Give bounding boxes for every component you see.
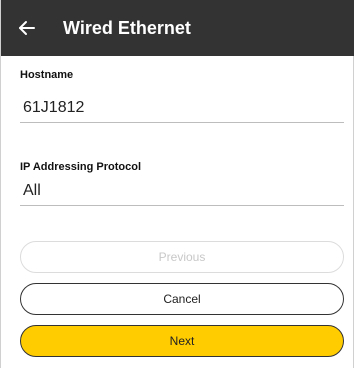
previous-button[interactable]: Previous (20, 241, 344, 273)
arrow-left-icon (19, 21, 35, 35)
back-button[interactable] (17, 18, 37, 38)
wired-ethernet-screen: Wired Ethernet Hostname IP Addressing Pr… (0, 0, 354, 368)
ip-protocol-label: IP Addressing Protocol (20, 161, 142, 173)
next-button[interactable]: Next (20, 325, 344, 357)
hostname-input[interactable] (20, 97, 344, 119)
hostname-label: Hostname (20, 69, 74, 81)
page-title: Wired Ethernet (63, 18, 191, 38)
app-bar: Wired Ethernet (1, 0, 354, 56)
ip-protocol-input[interactable] (20, 180, 344, 202)
cancel-button[interactable]: Cancel (20, 283, 344, 315)
hostname-underline (20, 122, 344, 123)
ip-protocol-underline (20, 205, 344, 206)
